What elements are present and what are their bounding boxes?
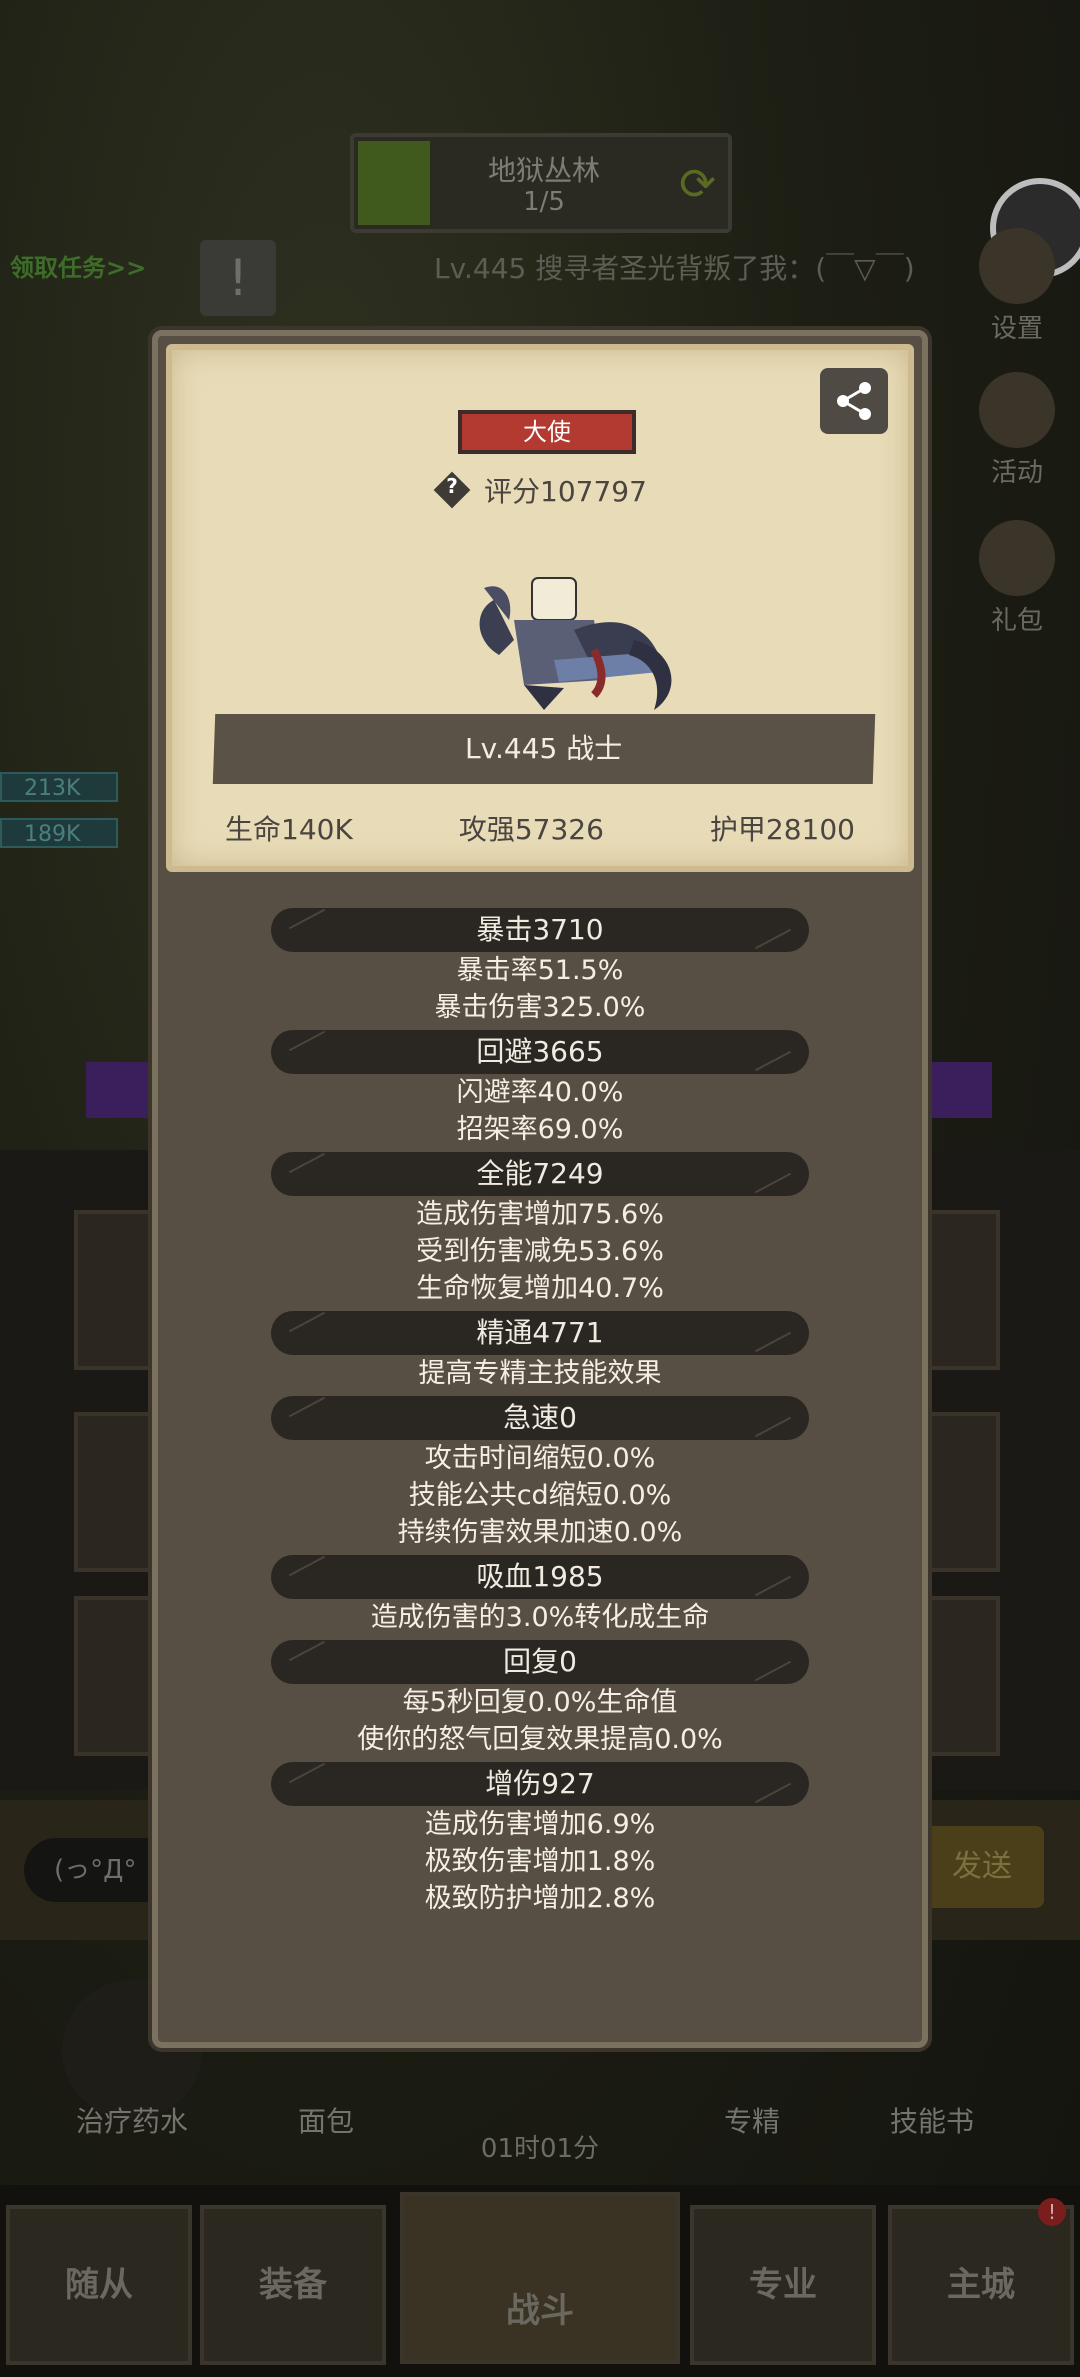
share-button[interactable] bbox=[820, 368, 888, 434]
stat-group-haste: 急速0 攻击时间缩短0.0% 技能公共cd缩短0.0% 持续伤害效果加速0.0% bbox=[158, 1396, 922, 1551]
attack-power-stat: 攻强57326 bbox=[458, 813, 604, 846]
base-stats: 生命140K 攻强57326 护甲28100 bbox=[172, 808, 908, 848]
stat-line: 生命恢复增加40.7% bbox=[416, 1273, 664, 1304]
stat-line: 造成伤害增加75.6% bbox=[416, 1199, 664, 1230]
stat-line: 极致防护增加2.8% bbox=[424, 1883, 656, 1914]
bread-label: 面包 bbox=[297, 2105, 354, 2138]
stat-group-avoidance: 回避3665 闪避率40.0% 招架率69.0% bbox=[158, 1030, 922, 1148]
stat-group-title: 回复0 bbox=[271, 1640, 809, 1684]
stat-line: 持续伤害效果加速0.0% bbox=[397, 1517, 683, 1548]
send-button[interactable]: 发送 bbox=[920, 1826, 1044, 1908]
stat-line: 提高专精主技能效果 bbox=[418, 1358, 662, 1389]
stat-group-title: 增伤927 bbox=[271, 1762, 809, 1806]
zone-stage: 1/5 bbox=[523, 187, 565, 217]
stat-group-regen: 回复0 每5秒回复0.0%生命值 使你的怒气回复效果提高0.0% bbox=[158, 1640, 922, 1758]
settings-button[interactable]: 设置 bbox=[972, 228, 1062, 345]
notification-badge: ! bbox=[1038, 2198, 1066, 2226]
stat-group-mastery: 精通4771 提高专精主技能效果 bbox=[158, 1311, 922, 1392]
settings-label: 设置 bbox=[990, 314, 1043, 344]
score-row: ? 评分107797 bbox=[433, 470, 647, 510]
rank-badge: 大使 bbox=[458, 410, 636, 454]
nav-battle[interactable]: 战斗 bbox=[400, 2192, 680, 2364]
alert-icon[interactable]: ! bbox=[200, 240, 276, 316]
events-button[interactable]: 活动 bbox=[972, 372, 1062, 489]
news-ticker: Lv.445 搜寻者圣光背叛了我：(￣▽￣) bbox=[434, 252, 915, 285]
stat-group-title: 回避3665 bbox=[271, 1030, 809, 1074]
stat-line: 技能公共cd缩短0.0% bbox=[408, 1480, 672, 1511]
gift-icon bbox=[979, 520, 1055, 596]
secondary-stats-list: 暴击3710 暴击率51.5% 暴击伤害325.0% 回避3665 闪避率40.… bbox=[158, 908, 922, 1921]
stat-line: 暴击伤害325.0% bbox=[434, 992, 646, 1023]
zone-thumbnail bbox=[358, 141, 430, 225]
level-class: Lv.445 战士 bbox=[465, 732, 623, 765]
gift-button[interactable]: 礼包 bbox=[972, 520, 1062, 637]
stat-group-title: 吸血1985 bbox=[271, 1555, 809, 1599]
stat-line: 招架率69.0% bbox=[456, 1114, 624, 1145]
warrior-avatar bbox=[479, 577, 672, 710]
share-icon bbox=[837, 382, 871, 420]
stat-line: 受到伤害减免53.6% bbox=[416, 1236, 664, 1267]
stat-line: 极致伤害增加1.8% bbox=[424, 1846, 656, 1877]
events-label: 活动 bbox=[990, 458, 1043, 488]
gift-label: 礼包 bbox=[990, 606, 1043, 636]
purple-bar-right bbox=[926, 1062, 992, 1118]
score-value: 评分107797 bbox=[484, 475, 647, 508]
hp-bar: 213K bbox=[0, 772, 118, 802]
stat-group-title: 全能7249 bbox=[271, 1152, 809, 1196]
zone-banner[interactable]: 地狱丛林 1/5 ⟳ bbox=[350, 133, 732, 233]
stat-group-title: 精通4771 bbox=[271, 1311, 809, 1355]
stat-line: 使你的怒气回复效果提高0.0% bbox=[357, 1724, 723, 1755]
help-icon[interactable]: ? bbox=[433, 471, 471, 509]
skillbook-label: 技能书 bbox=[889, 2105, 974, 2138]
stat-group-title: 暴击3710 bbox=[271, 908, 809, 952]
stat-group-lifesteal: 吸血1985 造成伤害的3.0%转化成生命 bbox=[158, 1555, 922, 1636]
character-stats-popup: 大使 ? 评分107797 Lv.445 战士 生命140K 攻强57326 护… bbox=[152, 330, 928, 2048]
nav-equipment[interactable]: 装备 bbox=[200, 2205, 386, 2365]
mastery-label: 专精 bbox=[723, 2105, 780, 2138]
timer: 01时01分 bbox=[480, 2134, 600, 2164]
calendar-icon bbox=[979, 372, 1055, 448]
stat-group-crit: 暴击3710 暴击率51.5% 暴击伤害325.0% bbox=[158, 908, 922, 1026]
nav-followers[interactable]: 随从 bbox=[6, 2205, 192, 2365]
potion-label: 治疗药水 bbox=[75, 2105, 188, 2138]
character-card: 大使 ? 评分107797 Lv.445 战士 生命140K 攻强57326 护… bbox=[166, 344, 914, 872]
stat-line: 每5秒回复0.0%生命值 bbox=[402, 1687, 678, 1718]
stat-group-title: 急速0 bbox=[271, 1396, 809, 1440]
stat-line: 造成伤害的3.0%转化成生命 bbox=[370, 1602, 710, 1633]
stat-group-damage-bonus: 增伤927 造成伤害增加6.9% 极致伤害增加1.8% 极致防护增加2.8% bbox=[158, 1762, 922, 1917]
armor-stat: 护甲28100 bbox=[709, 813, 855, 846]
level-class-bar: Lv.445 战士 bbox=[212, 714, 876, 784]
hp-bar: 189K bbox=[0, 818, 118, 848]
stat-line: 攻击时间缩短0.0% bbox=[424, 1443, 656, 1474]
zone-name: 地狱丛林 bbox=[487, 154, 600, 187]
stat-line: 暴击率51.5% bbox=[456, 955, 624, 986]
stat-group-versatility: 全能7249 造成伤害增加75.6% 受到伤害减免53.6% 生命恢复增加40.… bbox=[158, 1152, 922, 1307]
nav-main-city[interactable]: 主城 bbox=[888, 2205, 1074, 2365]
stat-line: 造成伤害增加6.9% bbox=[424, 1809, 656, 1840]
stat-line: 闪避率40.0% bbox=[456, 1077, 624, 1108]
gear-icon bbox=[979, 228, 1055, 304]
task-link[interactable]: 领取任务>> bbox=[10, 248, 146, 283]
refresh-icon[interactable]: ⟳ bbox=[679, 159, 716, 210]
nav-profession[interactable]: 专业 bbox=[690, 2205, 876, 2365]
health-stat: 生命140K bbox=[225, 813, 353, 846]
